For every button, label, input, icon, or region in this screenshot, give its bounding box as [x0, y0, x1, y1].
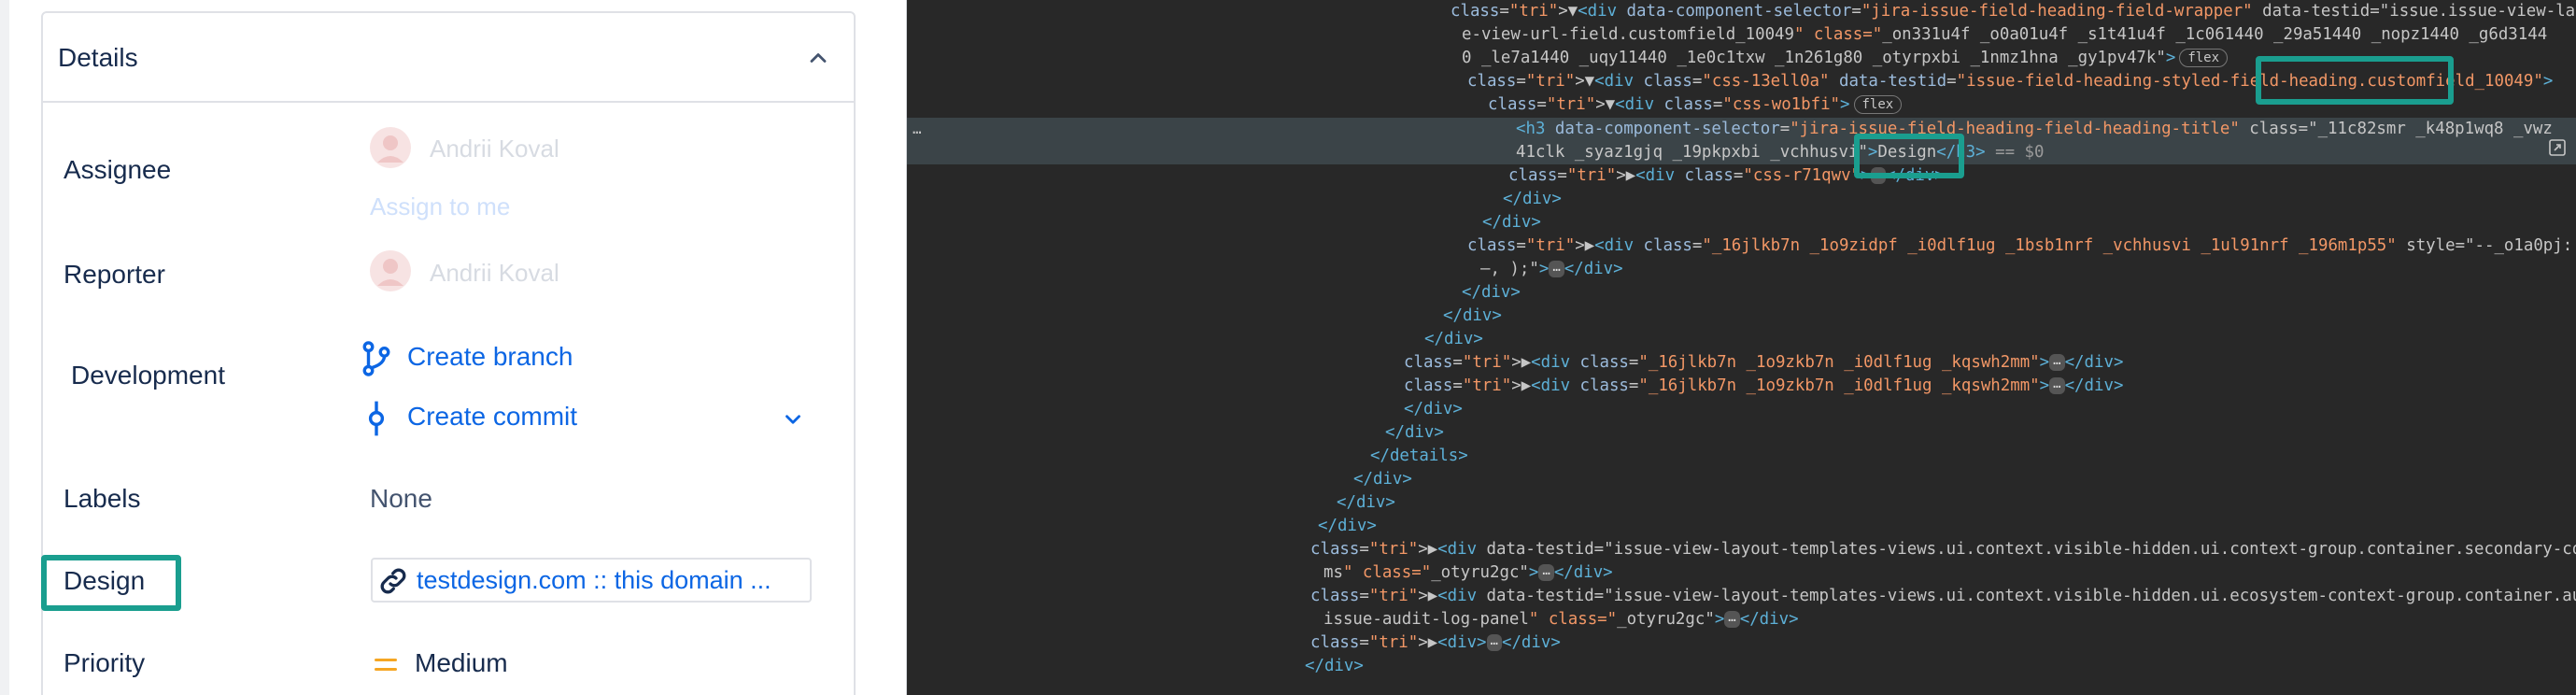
flex-badge[interactable]: flex — [1853, 95, 1903, 114]
copy-icon[interactable] — [2548, 138, 2567, 157]
priority-value[interactable]: Medium — [415, 648, 508, 678]
commit-icon — [361, 400, 392, 437]
dom-line[interactable]: <h3 data-component-selector="jira-issue-… — [1516, 118, 2553, 141]
row-menu-icon[interactable]: … — [913, 120, 922, 137]
avatar[interactable] — [370, 250, 411, 291]
priority-medium-icon — [374, 656, 398, 674]
dom-line[interactable]: class="tri">▼<div class="css-wo1bfi"> fle… — [1488, 93, 1903, 117]
chevron-down-icon[interactable] — [781, 407, 805, 432]
chevron-up-icon[interactable] — [805, 45, 831, 71]
dom-line[interactable]: ms" class="_otyru2gc">… </div> — [1323, 561, 1613, 585]
priority-label: Priority — [64, 648, 146, 677]
labels-value[interactable]: None — [370, 484, 432, 514]
details-header[interactable]: Details — [43, 13, 854, 103]
dom-line[interactable]: </div> — [1404, 398, 1463, 421]
design-text-highlight-box — [1854, 134, 1964, 178]
development-label: Development — [71, 361, 225, 390]
reporter-label: Reporter — [64, 260, 165, 289]
assignee-label: Assignee — [64, 155, 172, 184]
design-label: Design — [64, 566, 146, 595]
dom-line[interactable]: </div> — [1385, 421, 1444, 445]
dom-line[interactable]: </details> — [1370, 445, 1468, 468]
create-commit-link[interactable]: Create commit — [407, 402, 577, 432]
devtools-elements-panel: … class="tri">▼<div data-component-selec… — [907, 0, 2576, 695]
customfield-highlight-box — [2256, 56, 2454, 105]
dom-line[interactable]: class="tri">▶<div data-testid="issue-vie… — [1310, 585, 2576, 608]
create-branch-link[interactable]: Create branch — [407, 342, 573, 372]
jira-issue-sidebar: Details Assignee Andrii Koval Assign to … — [0, 0, 906, 695]
dom-line[interactable]: 41clk _syaz1gjq _19pkpxbi _vchhusvi">Des… — [1516, 141, 2044, 164]
dom-line[interactable]: class="tri">▶<div>… </div> — [1310, 631, 1561, 655]
branch-icon — [361, 340, 392, 377]
dom-line[interactable]: </div> — [1443, 305, 1502, 328]
dom-line[interactable]: </div> — [1353, 468, 1412, 491]
details-title: Details — [58, 43, 138, 72]
link-icon — [375, 564, 411, 598]
dom-line[interactable]: </div> — [1462, 281, 1521, 305]
flex-badge[interactable]: flex — [2179, 49, 2229, 67]
dom-line[interactable]: </div> — [1424, 328, 1483, 351]
dom-line[interactable]: class="tri">▶<div data-testid="issue-vie… — [1310, 538, 2576, 561]
design-link[interactable]: testdesign.com :: this domain ... — [417, 566, 771, 595]
left-gutter — [0, 0, 9, 695]
dom-line[interactable]: class="tri">▼<div data-component-selecto… — [1451, 0, 2576, 23]
assignee-name: Andrii Koval — [430, 135, 559, 163]
avatar[interactable] — [370, 127, 411, 168]
assign-to-me-link[interactable]: Assign to me — [370, 192, 510, 221]
labels-label: Labels — [64, 484, 141, 513]
dom-line[interactable]: issue-audit-log-panel" class="_otyru2gc"… — [1323, 608, 1799, 631]
dom-line[interactable]: </div> — [1305, 655, 1364, 678]
dom-line[interactable]: </div> — [1503, 188, 1562, 211]
dom-line[interactable]: –, );">… </div> — [1480, 258, 1623, 281]
dom-line[interactable]: 0 _le7a1440 _uqy11440 _1e0c1txw _1n261g8… — [1462, 47, 2229, 70]
dom-line[interactable]: e-view-url-field.customfield_10049" clas… — [1462, 23, 2547, 47]
dom-line[interactable]: class="tri">▶<div class="_16jlkb7n _1o9z… — [1467, 234, 2576, 258]
dom-line[interactable]: class="tri">▶<div class="_16jlkb7n _1o9z… — [1404, 351, 2123, 375]
reporter-name: Andrii Koval — [430, 259, 559, 287]
dom-line[interactable]: class="tri">▶<div class="_16jlkb7n _1o9z… — [1404, 375, 2123, 398]
dom-line[interactable]: </div> — [1337, 491, 1395, 515]
dom-line[interactable]: </div> — [1482, 211, 1541, 234]
dom-line[interactable]: </div> — [1318, 515, 1377, 538]
